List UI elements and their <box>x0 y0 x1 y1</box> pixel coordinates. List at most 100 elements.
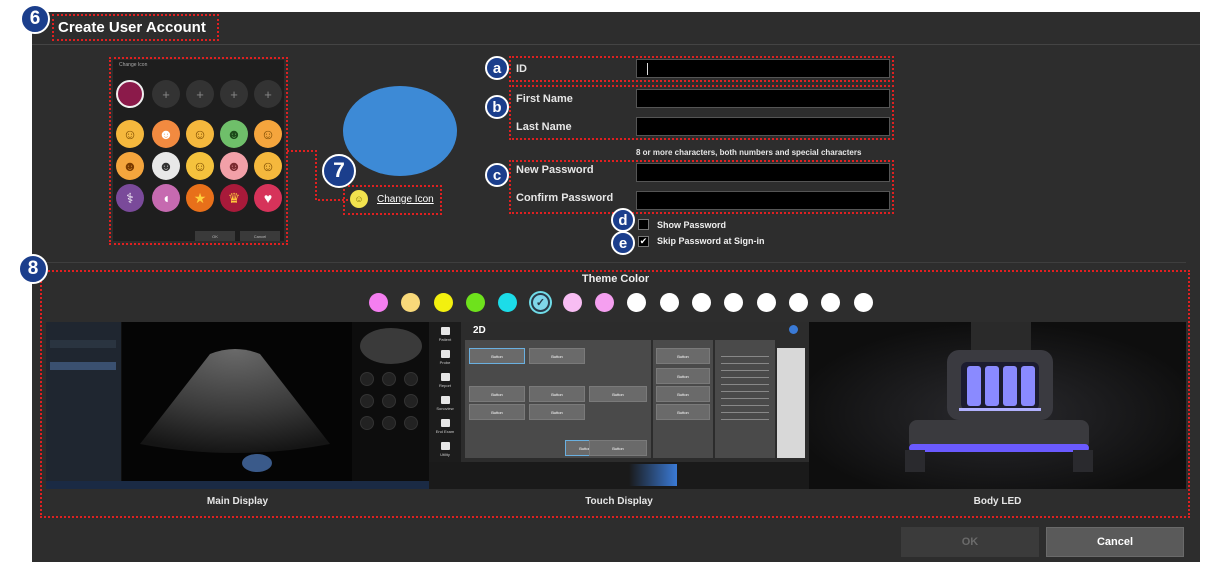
first-name-label: First Name <box>516 93 573 105</box>
crown-icon[interactable]: ♛ <box>220 184 248 212</box>
callout-c: c <box>485 163 509 187</box>
first-name-input[interactable] <box>636 89 890 108</box>
preview-button-column: Button Button Button Button <box>653 340 713 458</box>
preview-button: Button <box>656 348 710 364</box>
theme-swatch[interactable] <box>595 293 614 312</box>
theme-swatch[interactable] <box>757 293 776 312</box>
body-led-preview <box>809 322 1186 489</box>
new-password-label: New Password <box>516 164 594 176</box>
theme-swatch[interactable] <box>821 293 840 312</box>
panda-face-icon[interactable]: ☻ <box>152 152 180 180</box>
checkmark-icon: ✔ <box>639 236 648 246</box>
id-label: ID <box>516 63 527 75</box>
callout-8: 8 <box>18 254 48 284</box>
theme-swatch[interactable] <box>627 293 646 312</box>
stethoscope-icon[interactable]: ⚕ <box>116 184 144 212</box>
star-icon[interactable]: ★ <box>186 184 214 212</box>
change-icon-label: Change Icon <box>377 193 434 205</box>
preview-button: Button <box>529 404 585 420</box>
preview-button: Button <box>589 440 647 456</box>
preview-knob <box>382 394 396 408</box>
theme-swatch[interactable] <box>660 293 679 312</box>
theme-swatch-selected[interactable]: ✓ <box>531 293 550 312</box>
preview-row <box>50 352 116 360</box>
icon-picker-cancel-button[interactable]: Cancel <box>240 231 280 241</box>
theme-swatch[interactable] <box>563 293 582 312</box>
smile-face-icon: ☺ <box>350 190 368 208</box>
preview-knob <box>689 464 737 486</box>
mask-face-icon[interactable]: ☻ <box>152 120 180 148</box>
sleepy-face-icon[interactable]: ☺ <box>186 120 214 148</box>
icon-picker: Change Icon + + + + ☺ ☻ ☺ ☻ ☺ ☻ ☻ ☺ ☻ ☺ … <box>113 60 284 241</box>
preview-ultrasound-image <box>122 322 352 489</box>
tiger-face-icon[interactable]: ☺ <box>254 120 282 148</box>
empty-icon-slot[interactable]: + <box>220 80 248 108</box>
preview-knob <box>360 394 374 408</box>
nav-utility: Utility <box>433 442 457 457</box>
skip-password-label: Skip Password at Sign-in <box>657 236 765 246</box>
touch-display-preview: Patient Probe Report Sonoview End Exam U… <box>429 322 809 489</box>
pill-icon[interactable]: ◖ <box>152 184 180 212</box>
preview-touch-knobs <box>429 462 809 489</box>
preview-button: Button <box>469 348 525 364</box>
selected-icon-slot[interactable] <box>116 80 144 108</box>
callout-d: d <box>611 208 635 232</box>
show-password-checkbox[interactable] <box>638 219 649 230</box>
preview-button: Button <box>469 386 525 402</box>
avatar-preview <box>343 86 457 176</box>
theme-swatch[interactable] <box>401 293 420 312</box>
smile-face-icon[interactable]: ☺ <box>116 120 144 148</box>
theme-swatch[interactable] <box>854 293 873 312</box>
icon-picker-ok-button[interactable]: OK <box>195 231 235 241</box>
last-name-input[interactable] <box>636 117 890 136</box>
id-input[interactable] <box>636 59 890 78</box>
preview-button: Button <box>529 348 585 364</box>
cancel-button[interactable]: Cancel <box>1046 527 1184 557</box>
empty-icon-slot[interactable]: + <box>254 80 282 108</box>
ok-button[interactable]: OK <box>901 527 1039 557</box>
header-divider <box>32 44 1200 45</box>
confirm-password-input[interactable] <box>636 191 890 210</box>
body-led-label: Body LED <box>973 496 1022 507</box>
lion-face-icon[interactable]: ☻ <box>116 152 144 180</box>
empty-icon-slot[interactable]: + <box>186 80 214 108</box>
theme-swatch[interactable] <box>789 293 808 312</box>
nav-probe: Probe <box>433 350 457 365</box>
theme-swatch[interactable] <box>692 293 711 312</box>
preview-knob <box>569 464 617 486</box>
preview-row <box>50 372 116 380</box>
preview-knob <box>404 416 418 430</box>
preview-touch-nav: Patient Probe Report Sonoview End Exam U… <box>429 322 461 462</box>
callout-e: e <box>611 231 635 255</box>
nav-report: Report <box>433 373 457 388</box>
preview-button: Button <box>589 386 647 402</box>
show-password-label: Show Password <box>657 220 727 230</box>
password-hint: 8 or more characters, both numbers and s… <box>636 148 862 157</box>
theme-swatch[interactable] <box>434 293 453 312</box>
change-icon-button[interactable]: ☺ Change Icon <box>346 187 440 211</box>
new-password-input[interactable] <box>636 163 890 182</box>
skip-password-checkbox[interactable]: ✔ <box>638 236 649 247</box>
empty-icon-slot[interactable]: + <box>152 80 180 108</box>
pig-face-icon[interactable]: ☻ <box>220 152 248 180</box>
cat-face-icon[interactable]: ☺ <box>254 152 282 180</box>
preview-button: Button <box>656 386 710 402</box>
theme-swatch[interactable] <box>724 293 743 312</box>
heart-icon[interactable]: ♥ <box>254 184 282 212</box>
callout-b: b <box>485 95 509 119</box>
preview-knob <box>382 372 396 386</box>
theme-swatch[interactable] <box>498 293 517 312</box>
last-name-label: Last Name <box>516 121 572 133</box>
theme-swatch[interactable] <box>466 293 485 312</box>
preview-button: Button <box>469 404 525 420</box>
nav-sonoview: Sonoview <box>433 396 457 411</box>
green-face-icon[interactable]: ☻ <box>220 120 248 148</box>
icon-picker-title: Change Icon <box>119 62 148 68</box>
preview-button-panel: Button Button Button Button Button Butto… <box>465 340 651 458</box>
preview-knob <box>360 372 374 386</box>
section-divider <box>46 262 1186 263</box>
preview-knob <box>382 416 396 430</box>
theme-swatch[interactable] <box>369 293 388 312</box>
yellow-face-icon[interactable]: ☺ <box>186 152 214 180</box>
nav-patient: Patient <box>433 327 457 342</box>
